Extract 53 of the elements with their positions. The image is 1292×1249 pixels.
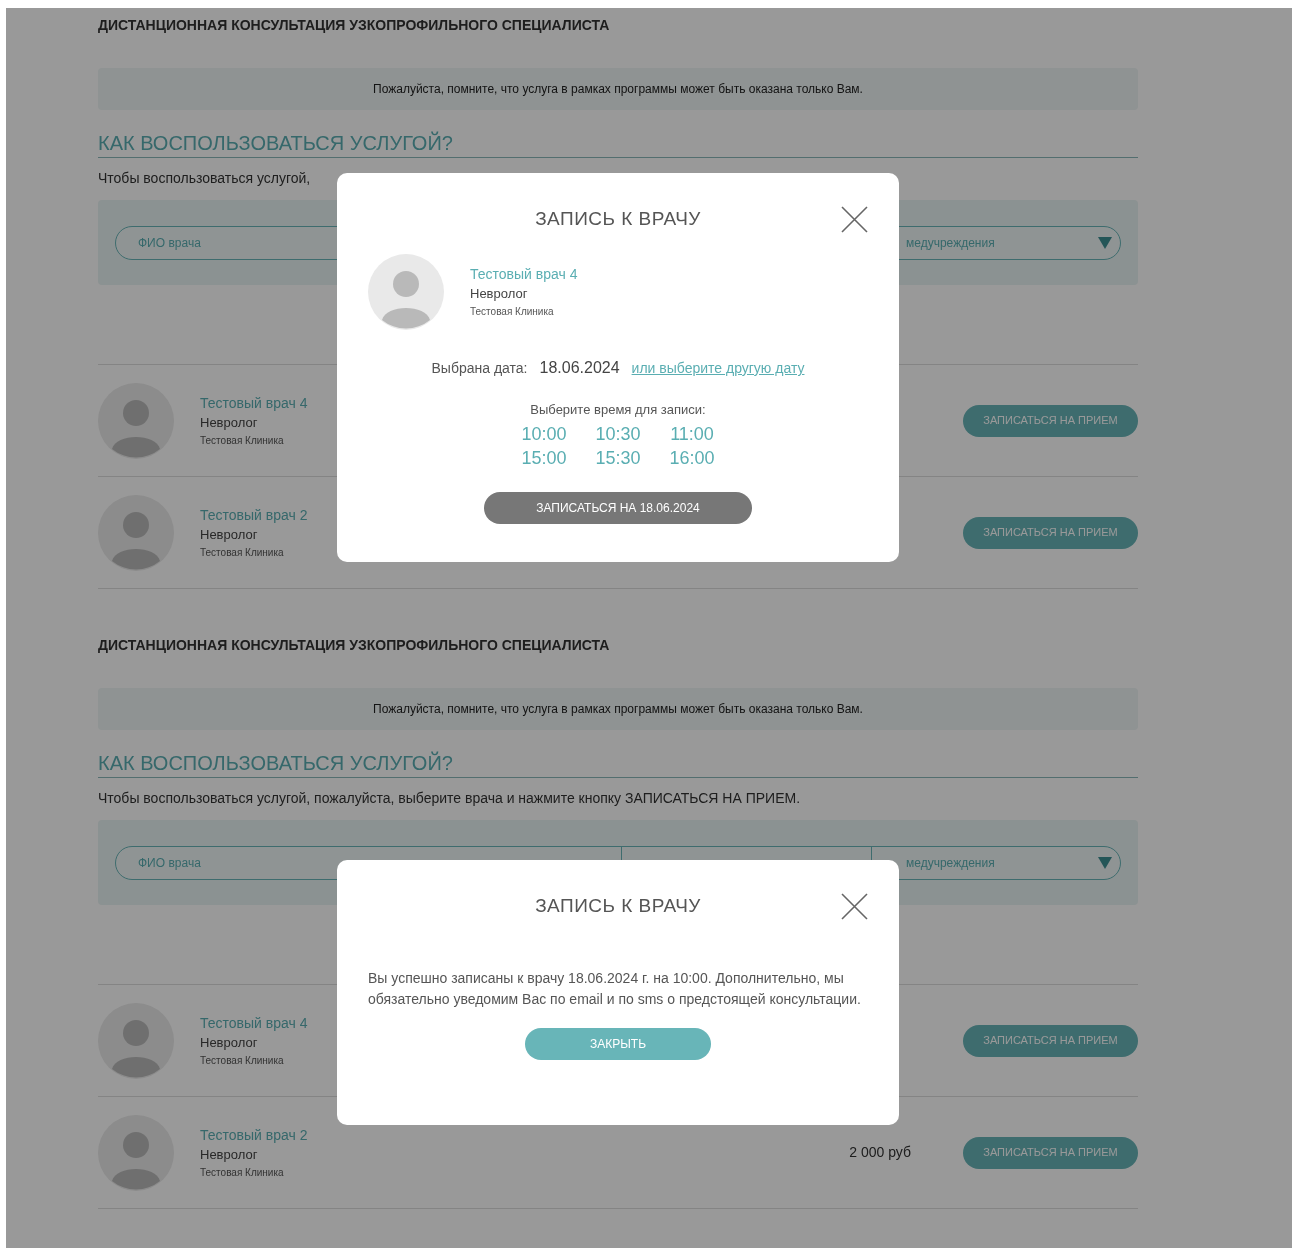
avatar-silhouette-icon — [98, 1002, 174, 1079]
time-slot[interactable]: 15:30 — [593, 445, 643, 470]
modal-title: ЗАПИСЬ К ВРАЧУ — [535, 207, 701, 231]
avatar-silhouette-icon — [98, 1114, 174, 1191]
doctor-specialty: Невролог — [200, 525, 259, 544]
selected-date: 18.06.2024 — [539, 358, 620, 378]
time-slot[interactable]: 10:30 — [593, 421, 643, 446]
doctor-specialty: Невролог — [200, 1033, 259, 1052]
avatar-silhouette-icon — [98, 382, 174, 459]
notice-banner: Пожалуйста, помните, что услуга в рамках программы может быть оказана только Вам. — [98, 688, 1138, 730]
book-appointment-button[interactable]: ЗАПИСАТЬСЯ НА ПРИЕМ — [963, 404, 1138, 437]
doctor-name-link[interactable]: Тестовый врач 2 — [200, 504, 308, 525]
avatar-silhouette-icon — [98, 494, 174, 571]
dropdown-triangle-icon[interactable] — [1098, 856, 1112, 869]
section-title: ДИСТАНЦИОННАЯ КОНСУЛЬТАЦИЯ УЗКОПРОФИЛЬНОГО СПЕЦИАЛИСТА — [98, 17, 611, 33]
modal-title: ЗАПИСЬ К ВРАЧУ — [535, 894, 701, 918]
doctor-name-link[interactable]: Тестовый врач 4 — [470, 264, 578, 284]
section-title: ДИСТАНЦИОННАЯ КОНСУЛЬТАЦИЯ УЗКОПРОФИЛЬНОГО СПЕЦИАЛИСТА — [98, 637, 611, 653]
book-appointment-button[interactable]: ЗАПИСАТЬСЯ НА ПРИЕМ — [963, 1024, 1138, 1057]
doctor-name-link[interactable]: Тестовый врач 4 — [200, 392, 308, 413]
time-slot[interactable]: 16:00 — [667, 445, 717, 470]
book-appointment-button[interactable]: ЗАПИСАТЬСЯ НА ПРИЕМ — [963, 1136, 1138, 1169]
price-text: 2 000 руб — [849, 1143, 911, 1162]
clinic-name: Тестовая Клиника — [200, 1165, 285, 1180]
notice-banner: Пожалуйста, помните, что услуга в рамках программы может быть оказана только Вам. — [98, 68, 1138, 110]
confirmation-message: Вы успешно записаны к врачу 18.06.2024 г. на 10:00. Дополнительно, мы обязательно уведомим Вас по email и по sms о предстоящей консультации. — [368, 969, 862, 1009]
section-heading: КАК ВОСПОЛЬЗОВАТЬСЯ УСЛУГОЙ? — [98, 750, 1138, 778]
instruction-text: Чтобы воспользоваться услугой, пожалуйста, выберите врача и нажмите кнопку ЗАПИСАТЬСЯ НА ПРИЕМ. — [98, 789, 802, 807]
clinic-name: Тестовая Клиника — [200, 545, 285, 560]
close-icon[interactable] — [841, 206, 868, 233]
instruction-text: Чтобы воспользоваться услугой, — [98, 169, 312, 187]
time-slot[interactable]: 15:00 — [519, 445, 569, 470]
time-slot[interactable]: 11:00 — [667, 421, 717, 446]
book-appointment-button[interactable]: ЗАПИСАТЬСЯ НА ПРИЕМ — [963, 516, 1138, 549]
avatar-silhouette-icon — [368, 254, 444, 330]
clinic-select[interactable]: медучреждения — [906, 853, 995, 872]
time-prompt: Выберите время для записи: — [530, 401, 706, 419]
change-date-link[interactable]: или выберите другую дату — [631, 358, 805, 379]
date-label: Выбрана дата: — [431, 359, 528, 378]
doctor-specialty: Невролог — [200, 1145, 259, 1164]
dropdown-triangle-icon[interactable] — [1098, 236, 1112, 249]
doctor-name-link[interactable]: Тестовый врач 4 — [200, 1012, 308, 1033]
section-heading: КАК ВОСПОЛЬЗОВАТЬСЯ УСЛУГОЙ? — [98, 130, 1138, 158]
doctor-specialty: Невролог — [470, 285, 529, 303]
clinic-select[interactable]: медучреждения — [906, 233, 995, 252]
clinic-name: Тестовая Клиника — [470, 305, 555, 319]
clinic-name: Тестовая Клиника — [200, 433, 285, 448]
time-slot[interactable]: 10:00 — [519, 421, 569, 446]
doctor-specialty: Невролог — [200, 413, 259, 432]
doctor-name-link[interactable]: Тестовый врач 2 — [200, 1124, 308, 1145]
clinic-name: Тестовая Клиника — [200, 1053, 285, 1068]
close-button[interactable]: ЗАКРЫТЬ — [525, 1028, 711, 1060]
close-icon[interactable] — [841, 893, 868, 920]
